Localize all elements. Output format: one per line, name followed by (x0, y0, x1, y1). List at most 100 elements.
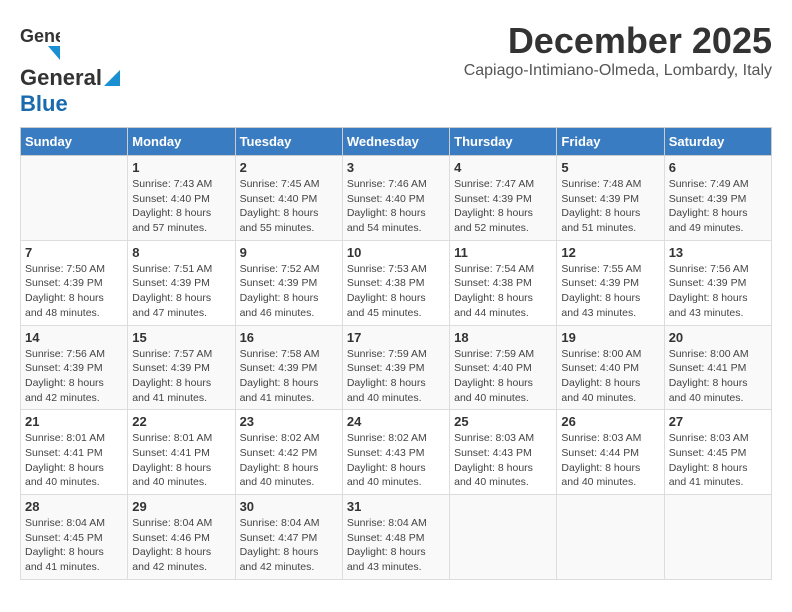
calendar-cell: 15Sunrise: 7:57 AM Sunset: 4:39 PM Dayli… (128, 325, 235, 410)
day-info: Sunrise: 8:01 AM Sunset: 4:41 PM Dayligh… (132, 431, 230, 490)
day-info: Sunrise: 7:55 AM Sunset: 4:39 PM Dayligh… (561, 262, 659, 321)
day-number: 21 (25, 414, 123, 429)
calendar-table: SundayMondayTuesdayWednesdayThursdayFrid… (20, 127, 772, 580)
header-day-thursday: Thursday (450, 128, 557, 156)
calendar-cell: 11 Sunrise: 7:54 AM Sunset: 4:38 PM Dayli… (450, 240, 557, 325)
day-number: 12 (561, 245, 659, 260)
day-number: 2 (240, 160, 338, 175)
calendar-cell: 14 Sunrise: 7:56 AM Sunset: 4:39 PM Dayli… (21, 325, 128, 410)
calendar-cell: 1 Sunrise: 7:43 AM Sunset: 4:40 PM Daylig… (128, 156, 235, 241)
calendar-cell: 3 Sunrise: 7:46 AM Sunset: 4:40 PM Daylig… (342, 156, 449, 241)
calendar-cell: 16 Sunrise: 7:58 AM Sunset: 4:39 PM Dayli… (235, 325, 342, 410)
day-number: 6 (669, 160, 767, 175)
week-row-3: 14 Sunrise: 7:56 AM Sunset: 4:39 PM Dayli… (21, 325, 772, 410)
calendar-cell (450, 495, 557, 580)
day-info: Sunrise: 8:00 AM Sunset: 4:41 PM Dayligh… (669, 347, 767, 406)
day-info: Sunrise: 7:50 AM Sunset: 4:39 PM Dayligh… (25, 262, 123, 321)
day-info: Sunrise: 8:04 AM Sunset: 4:45 PM Dayligh… (25, 516, 123, 575)
day-number: 15 (132, 330, 230, 345)
day-number: 11 (454, 245, 552, 260)
header-day-sunday: Sunday (21, 128, 128, 156)
day-info: Sunrise: 7:54 AM Sunset: 4:38 PM Dayligh… (454, 262, 552, 321)
page-header: General General Blue December 2025 Capia… (20, 20, 772, 117)
calendar-cell: 29 Sunrise: 8:04 AM Sunset: 4:46 PM Dayli… (128, 495, 235, 580)
day-info: Sunrise: 7:48 AM Sunset: 4:39 PM Dayligh… (561, 177, 659, 236)
calendar-cell: 20 Sunrise: 8:00 AM Sunset: 4:41 PM Dayli… (664, 325, 771, 410)
day-number: 18 (454, 330, 552, 345)
header-day-wednesday: Wednesday (342, 128, 449, 156)
day-number: 24 (347, 414, 445, 429)
day-number: 19 (561, 330, 659, 345)
day-number: 13 (669, 245, 767, 260)
week-row-2: 7Sunrise: 7:50 AM Sunset: 4:39 PM Daylig… (21, 240, 772, 325)
day-number: 3 (347, 160, 445, 175)
day-info: Sunrise: 7:52 AM Sunset: 4:39 PM Dayligh… (240, 262, 338, 321)
calendar-cell: 25 Sunrise: 8:03 AM Sunset: 4:43 PM Dayli… (450, 410, 557, 495)
day-info: Sunrise: 7:43 AM Sunset: 4:40 PM Dayligh… (132, 177, 230, 236)
day-number: 25 (454, 414, 552, 429)
calendar-cell: 27 Sunrise: 8:03 AM Sunset: 4:45 PM Dayli… (664, 410, 771, 495)
calendar-cell: 8 Sunrise: 7:51 AM Sunset: 4:39 PM Daylig… (128, 240, 235, 325)
day-info: Sunrise: 7:58 AM Sunset: 4:39 PM Dayligh… (240, 347, 338, 406)
logo-blue: Blue (20, 91, 68, 117)
day-info: Sunrise: 8:03 AM Sunset: 4:44 PM Dayligh… (561, 431, 659, 490)
day-number: 28 (25, 499, 123, 514)
day-info: Sunrise: 7:47 AM Sunset: 4:39 PM Dayligh… (454, 177, 552, 236)
day-number: 27 (669, 414, 767, 429)
day-info: Sunrise: 7:51 AM Sunset: 4:39 PM Dayligh… (132, 262, 230, 321)
day-info: Sunrise: 7:59 AM Sunset: 4:39 PM Dayligh… (347, 347, 445, 406)
day-number: 20 (669, 330, 767, 345)
day-info: Sunrise: 8:00 AM Sunset: 4:40 PM Dayligh… (561, 347, 659, 406)
calendar-cell: 17Sunrise: 7:59 AM Sunset: 4:39 PM Dayli… (342, 325, 449, 410)
calendar-cell: 4 Sunrise: 7:47 AM Sunset: 4:39 PM Daylig… (450, 156, 557, 241)
day-number: 10 (347, 245, 445, 260)
day-number: 23 (240, 414, 338, 429)
day-info: Sunrise: 8:01 AM Sunset: 4:41 PM Dayligh… (25, 431, 123, 490)
calendar-cell: 28 Sunrise: 8:04 AM Sunset: 4:45 PM Dayli… (21, 495, 128, 580)
day-info: Sunrise: 8:03 AM Sunset: 4:45 PM Dayligh… (669, 431, 767, 490)
calendar-cell: 6Sunrise: 7:49 AM Sunset: 4:39 PM Daylig… (664, 156, 771, 241)
calendar-cell: 21 Sunrise: 8:01 AM Sunset: 4:41 PM Dayli… (21, 410, 128, 495)
calendar-cell: 31 Sunrise: 8:04 AM Sunset: 4:48 PM Dayli… (342, 495, 449, 580)
calendar-cell: 9Sunrise: 7:52 AM Sunset: 4:39 PM Daylig… (235, 240, 342, 325)
calendar-cell: 5 Sunrise: 7:48 AM Sunset: 4:39 PM Daylig… (557, 156, 664, 241)
calendar-cell: 2Sunrise: 7:45 AM Sunset: 4:40 PM Daylig… (235, 156, 342, 241)
day-number: 22 (132, 414, 230, 429)
logo-arrow-icon (104, 70, 120, 86)
svg-text:General: General (20, 26, 60, 46)
calendar-cell: 12 Sunrise: 7:55 AM Sunset: 4:39 PM Dayli… (557, 240, 664, 325)
calendar-body: 1 Sunrise: 7:43 AM Sunset: 4:40 PM Daylig… (21, 156, 772, 580)
day-number: 16 (240, 330, 338, 345)
header-day-tuesday: Tuesday (235, 128, 342, 156)
week-row-5: 28 Sunrise: 8:04 AM Sunset: 4:45 PM Dayli… (21, 495, 772, 580)
day-info: Sunrise: 8:04 AM Sunset: 4:46 PM Dayligh… (132, 516, 230, 575)
header-row: SundayMondayTuesdayWednesdayThursdayFrid… (21, 128, 772, 156)
calendar-cell: 26 Sunrise: 8:03 AM Sunset: 4:44 PM Dayli… (557, 410, 664, 495)
day-number: 14 (25, 330, 123, 345)
day-info: Sunrise: 8:04 AM Sunset: 4:47 PM Dayligh… (240, 516, 338, 575)
day-number: 5 (561, 160, 659, 175)
calendar-cell (664, 495, 771, 580)
day-number: 1 (132, 160, 230, 175)
logo-icon: General (20, 20, 60, 65)
calendar-cell: 19 Sunrise: 8:00 AM Sunset: 4:40 PM Dayli… (557, 325, 664, 410)
day-number: 26 (561, 414, 659, 429)
day-info: Sunrise: 7:46 AM Sunset: 4:40 PM Dayligh… (347, 177, 445, 236)
day-info: Sunrise: 7:56 AM Sunset: 4:39 PM Dayligh… (669, 262, 767, 321)
calendar-cell: 18Sunrise: 7:59 AM Sunset: 4:40 PM Dayli… (450, 325, 557, 410)
page-subtitle: Capiago-Intimiano-Olmeda, Lombardy, Ital… (464, 62, 772, 80)
calendar-cell: 7Sunrise: 7:50 AM Sunset: 4:39 PM Daylig… (21, 240, 128, 325)
calendar-cell: 22 Sunrise: 8:01 AM Sunset: 4:41 PM Dayli… (128, 410, 235, 495)
day-number: 8 (132, 245, 230, 260)
day-info: Sunrise: 8:03 AM Sunset: 4:43 PM Dayligh… (454, 431, 552, 490)
day-info: Sunrise: 8:02 AM Sunset: 4:42 PM Dayligh… (240, 431, 338, 490)
day-info: Sunrise: 8:04 AM Sunset: 4:48 PM Dayligh… (347, 516, 445, 575)
calendar-cell: 13 Sunrise: 7:56 AM Sunset: 4:39 PM Dayli… (664, 240, 771, 325)
header-day-saturday: Saturday (664, 128, 771, 156)
day-number: 31 (347, 499, 445, 514)
day-info: Sunrise: 7:56 AM Sunset: 4:39 PM Dayligh… (25, 347, 123, 406)
week-row-4: 21 Sunrise: 8:01 AM Sunset: 4:41 PM Dayli… (21, 410, 772, 495)
logo: General General Blue (20, 20, 120, 117)
day-number: 29 (132, 499, 230, 514)
day-number: 4 (454, 160, 552, 175)
